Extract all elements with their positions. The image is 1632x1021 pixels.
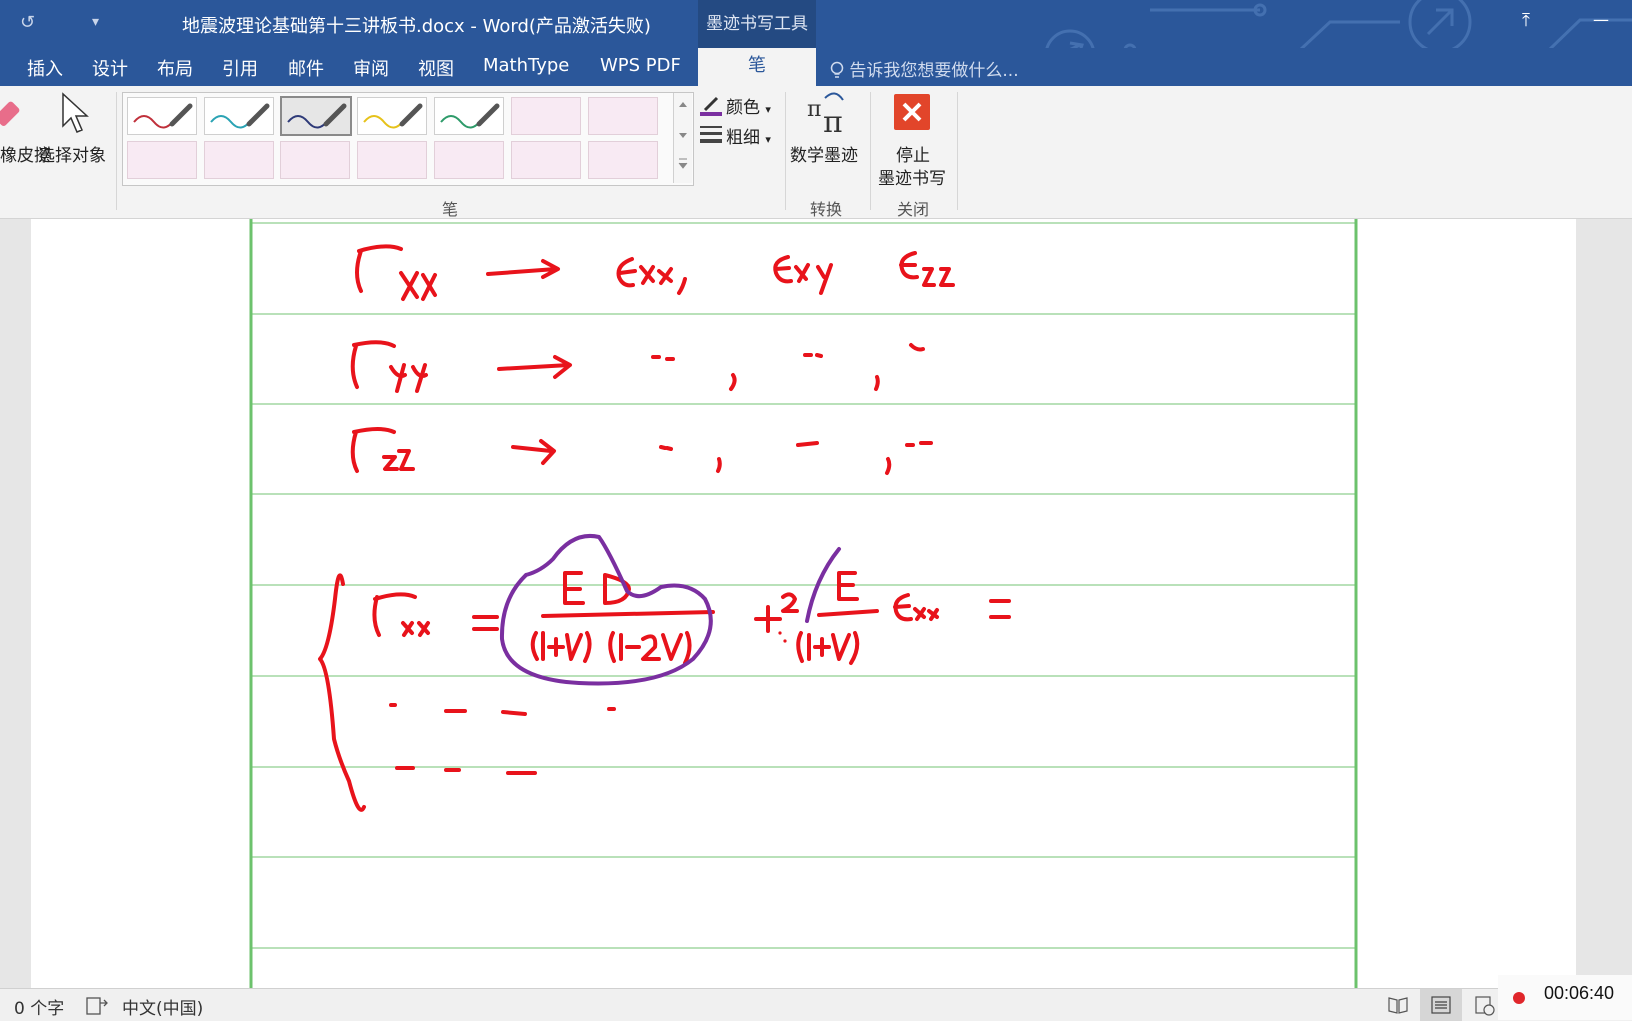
stop-inking-line1[interactable]: 停止 [896, 141, 930, 166]
ribbon-display-options-icon[interactable]: ⤒ [1522, 10, 1530, 31]
pen-style-red[interactable] [127, 97, 197, 135]
tab-view[interactable]: 视图 [418, 55, 454, 81]
scroll-arrows-icon [678, 102, 688, 169]
color-label: 颜色 [726, 98, 760, 118]
minimize-icon[interactable]: — [1593, 10, 1609, 29]
customize-quick-access-icon[interactable]: ▾ [92, 14, 99, 30]
pen-style-yellow[interactable] [357, 97, 427, 135]
pen-icon [287, 103, 347, 129]
gallery-scroll[interactable] [673, 93, 692, 183]
tab-design[interactable]: 设计 [92, 55, 128, 81]
pen-icon [440, 103, 500, 129]
language-indicator[interactable]: 中文(中国) [122, 994, 203, 1019]
pen-color-icon [700, 96, 722, 116]
pen-icon [133, 103, 193, 129]
proofing-icon[interactable] [86, 997, 108, 1015]
undo-icon[interactable]: ↺ [20, 12, 35, 33]
document-page[interactable] [31, 219, 1576, 988]
thickness-button[interactable]: 粗细 ▾ [726, 123, 771, 148]
pen-slot-empty[interactable] [204, 141, 274, 179]
pen-style-teal[interactable] [204, 97, 274, 135]
handwriting-canvas[interactable] [31, 219, 1576, 988]
pen-slot-empty[interactable] [588, 97, 658, 135]
separator [870, 92, 871, 210]
tell-me-search[interactable]: 告诉我您想要做什么... [830, 56, 1019, 81]
tab-references[interactable]: 引用 [222, 55, 258, 81]
record-timer: 00:06:40 [1544, 983, 1615, 1003]
pen-slot-empty[interactable] [588, 141, 658, 179]
pen-slot-empty[interactable] [511, 141, 581, 179]
stop-inking-icon[interactable] [894, 94, 932, 132]
ribbon-tabs: 插入 设计 布局 引用 邮件 审阅 视图 MathType WPS PDF 笔 … [0, 48, 1632, 86]
convert-group-label: 转换 [810, 200, 843, 219]
red-ink-strokes [318, 244, 1011, 812]
tab-layout[interactable]: 布局 [157, 55, 193, 81]
tab-insert[interactable]: 插入 [27, 55, 63, 81]
read-mode-icon[interactable] [1388, 996, 1408, 1014]
lightbulb-icon [830, 61, 844, 78]
title-bar: ↺ ▾ 地震波理论基础第十三讲板书.docx - Word(产品激活失败) 墨迹… [0, 0, 1632, 84]
pen-icon [363, 103, 423, 129]
color-button[interactable]: 颜色 ▾ [726, 93, 771, 118]
tab-mailings[interactable]: 邮件 [288, 55, 324, 81]
thickness-label: 粗细 [726, 128, 760, 148]
tab-review[interactable]: 审阅 [353, 55, 389, 81]
ribbon-pen: 橡皮擦 选择对象 笔 颜色 ▾ 粗细 ▾ π π 数学墨迹 转换 停止 墨迹书写… [0, 86, 1632, 219]
pen-slot-empty[interactable] [357, 141, 427, 179]
cursor-icon [62, 92, 89, 133]
stop-inking-line2[interactable]: 墨迹书写 [878, 164, 946, 189]
pen-gallery [122, 92, 694, 186]
close-group-label: 关闭 [897, 200, 930, 219]
pen-slot-empty[interactable] [280, 141, 350, 179]
thickness-icon [700, 126, 722, 143]
document-area [0, 219, 1632, 988]
pen-slot-empty[interactable] [434, 141, 504, 179]
print-layout-view[interactable] [1420, 989, 1462, 1021]
pen-slot-empty[interactable] [127, 141, 197, 179]
math-ink-button[interactable]: 数学墨迹 [790, 141, 858, 166]
pen-slot-empty[interactable] [511, 97, 581, 135]
separator [116, 92, 117, 210]
word-count[interactable]: 0 个字 [14, 994, 64, 1019]
select-objects-button[interactable]: 选择对象 [38, 141, 106, 166]
tab-mathtype[interactable]: MathType [483, 55, 569, 76]
pen-icon [210, 103, 270, 129]
status-bar: 0 个字 中文(中国) [0, 988, 1632, 1021]
svg-text:π: π [807, 97, 821, 122]
ruled-lines [251, 222, 1356, 949]
tab-wps-pdf[interactable]: WPS PDF [600, 55, 681, 76]
print-layout-icon [1431, 996, 1451, 1014]
eraser-icon[interactable] [0, 96, 30, 132]
pen-group-label: 笔 [442, 200, 459, 219]
separator [785, 92, 786, 210]
tell-me-text: 告诉我您想要做什么... [849, 61, 1019, 81]
ink-tools-context-label: 墨迹书写工具 [698, 0, 816, 48]
pen-style-navy-selected[interactable] [280, 96, 352, 136]
svg-text:π: π [823, 105, 843, 136]
math-ink-icon: π π [807, 92, 844, 136]
web-layout-icon[interactable] [1475, 996, 1495, 1016]
recording-indicator[interactable]: 00:06:40 [1498, 975, 1632, 1020]
record-dot-icon [1513, 992, 1525, 1004]
pen-style-green[interactable] [434, 97, 504, 135]
tab-pen[interactable]: 笔 [698, 48, 816, 86]
document-title: 地震波理论基础第十三讲板书.docx - Word(产品激活失败) [182, 16, 651, 37]
separator [957, 92, 958, 210]
